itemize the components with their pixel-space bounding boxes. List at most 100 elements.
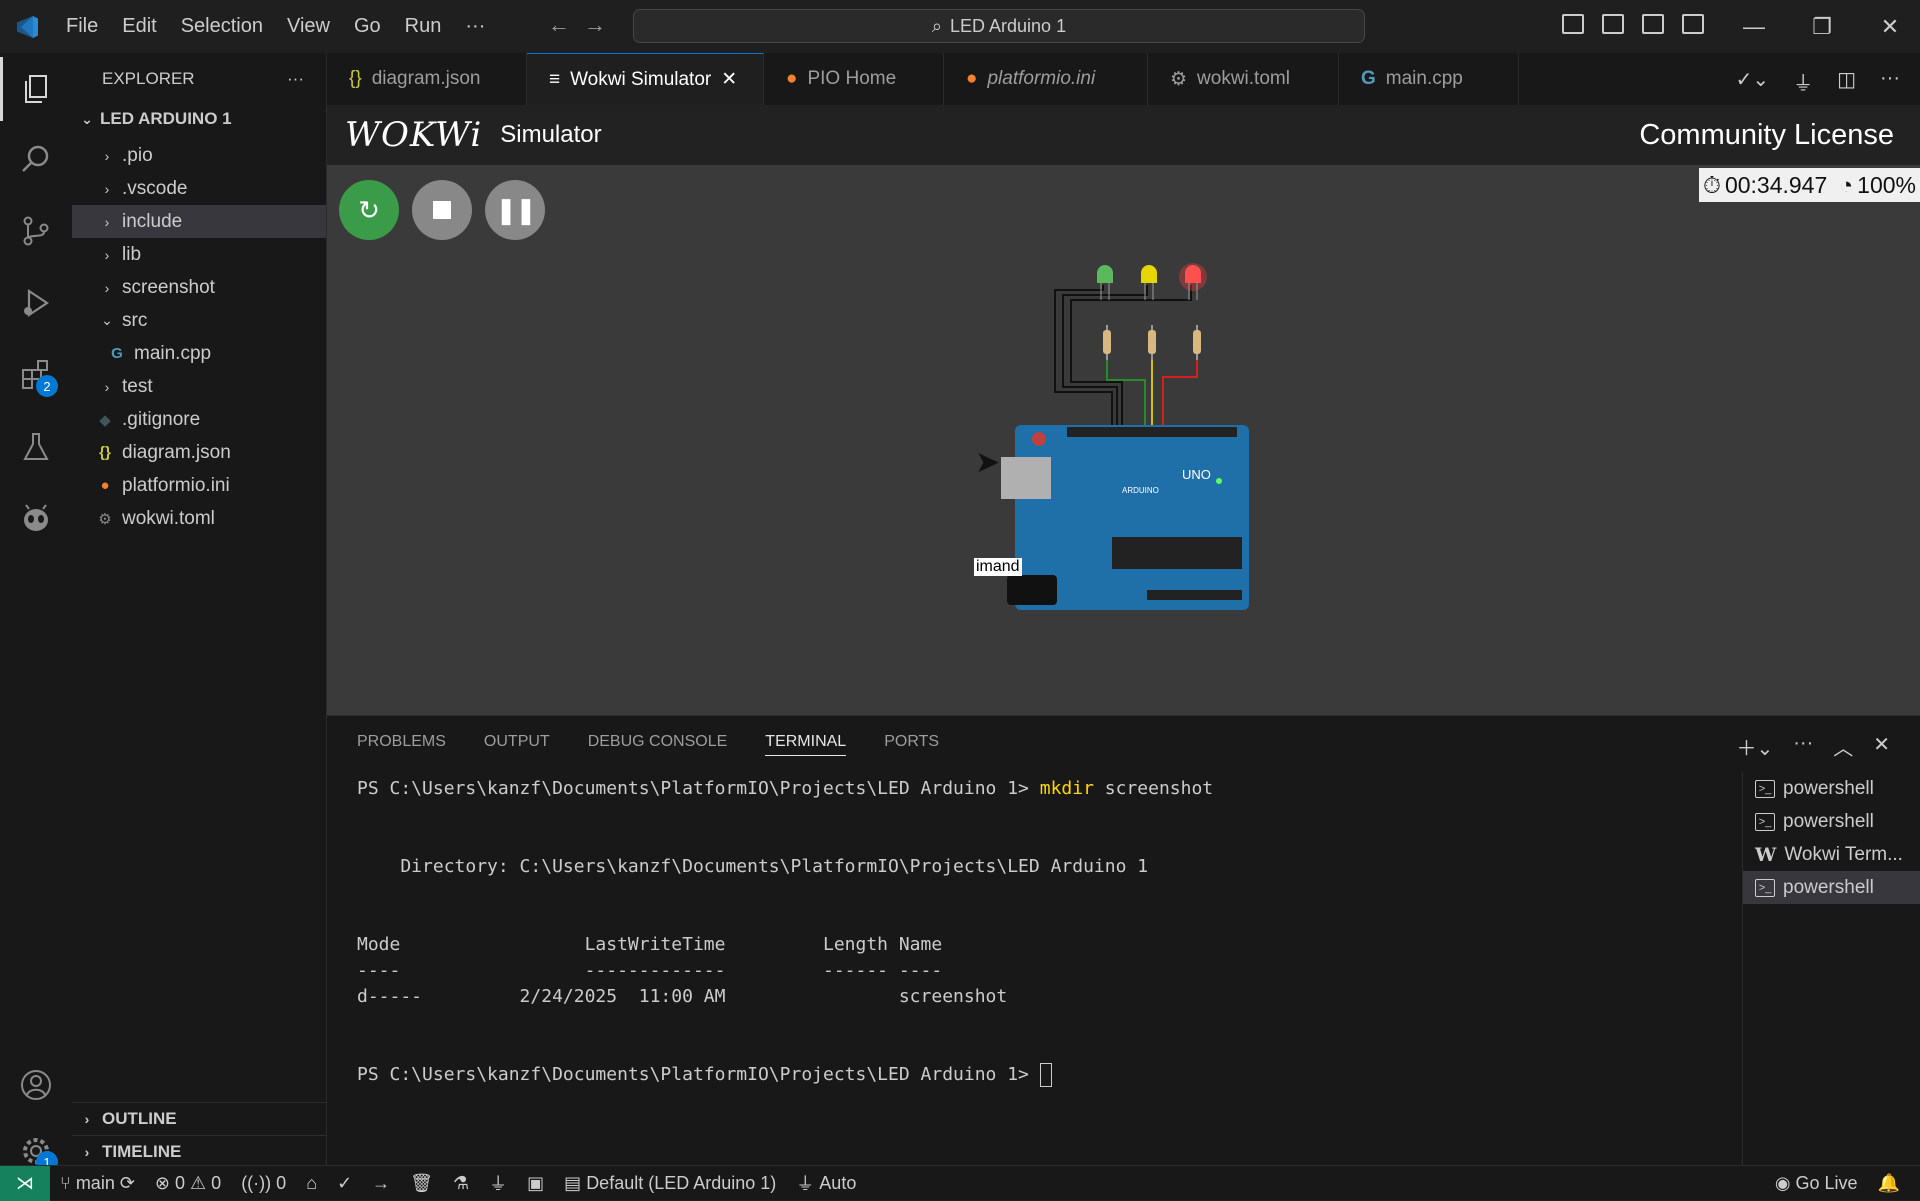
menu-edit[interactable]: Edit	[110, 15, 168, 38]
panel-tab-terminal[interactable]: TERMINAL	[765, 733, 847, 756]
split-editor-icon[interactable]: ◫	[1837, 67, 1856, 96]
menu-go[interactable]: Go	[342, 15, 393, 38]
explorer-icon[interactable]	[0, 57, 72, 121]
circuit-diagram[interactable]: UNO ARDUINO	[327, 105, 1920, 715]
tree-item-include[interactable]: › include	[72, 205, 326, 238]
menu-more[interactable]: ···	[453, 15, 497, 38]
plug-icon[interactable]: ⏚	[1793, 67, 1813, 96]
close-window-icon[interactable]: ✕	[1856, 14, 1920, 40]
tab-platformio-ini[interactable]: ● platformio.ini	[944, 53, 1148, 105]
panel-tab-ports[interactable]: PORTS	[884, 733, 939, 755]
pio-monitor-button[interactable]: ⏚	[479, 1170, 517, 1196]
toggle-primary-sidebar-icon[interactable]	[1562, 14, 1584, 34]
back-arrow-icon[interactable]: ←	[548, 12, 570, 38]
toggle-panel-icon[interactable]	[1602, 14, 1624, 34]
pio-clean-button[interactable]: 🗑	[400, 1173, 443, 1194]
branch-status[interactable]: ⑂ main ⟳	[50, 1173, 145, 1194]
problems-status[interactable]: ⊗ 0 ⚠ 0	[145, 1173, 231, 1194]
tree-item-pio[interactable]: › .pio	[72, 139, 326, 172]
customize-layout-icon[interactable]	[1682, 14, 1704, 34]
minimize-icon[interactable]: —	[1720, 14, 1788, 40]
tab-label: Wokwi Simulator	[570, 68, 712, 90]
menu-file[interactable]: File	[54, 15, 110, 38]
error-count: 0	[175, 1172, 186, 1193]
tree-item-label: src	[122, 309, 148, 331]
tree-item-vscode[interactable]: › .vscode	[72, 172, 326, 205]
tree-item-platformio-ini[interactable]: ● platformio.ini	[72, 469, 326, 502]
pio-upload-button[interactable]: →	[362, 1173, 400, 1194]
tree-item-gitignore[interactable]: ◆ .gitignore	[72, 403, 326, 436]
branch-name: main	[75, 1172, 115, 1193]
tree-item-test[interactable]: › test	[72, 370, 326, 403]
terminal-item[interactable]: W Wokwi Term...	[1743, 838, 1920, 871]
search-view-icon[interactable]	[0, 127, 72, 191]
ports-status[interactable]: ((·)) 0	[231, 1173, 296, 1194]
terminal-list: >_ powershell >_ powershell W Wokwi Term...…	[1742, 772, 1920, 1166]
terminal-output[interactable]: PS C:\Users\kanzf\Documents\PlatformIO\P…	[357, 776, 1737, 1088]
panel-tab-output[interactable]: OUTPUT	[484, 733, 550, 755]
tab-main-cpp[interactable]: Gmain.cpp	[1339, 53, 1519, 105]
error-icon: ⊗	[154, 1172, 171, 1193]
new-terminal-icon[interactable]: ＋⌄	[1736, 732, 1773, 761]
mouse-cursor-icon: ➤	[975, 446, 1001, 479]
explorer-more-button[interactable]: ···	[287, 69, 304, 89]
go-live-button[interactable]: ◉ Go Live	[1765, 1173, 1868, 1194]
tree-item-src[interactable]: ⌄ src	[72, 304, 326, 337]
close-tab-icon[interactable]: ✕	[721, 68, 737, 91]
pio-build-button[interactable]: ✓	[327, 1173, 362, 1194]
tree-item-wokwi-toml[interactable]: ⚙ wokwi.toml	[72, 502, 326, 535]
tree-item-diagram-json[interactable]: {} diagram.json	[72, 436, 326, 469]
maximize-panel-icon[interactable]: ︿	[1833, 732, 1853, 761]
terminal-item[interactable]: >_ powershell	[1743, 871, 1920, 904]
menu-run[interactable]: Run	[393, 15, 454, 38]
tab-wokwi-simulator[interactable]: ≡ Wokwi Simulator ✕	[527, 53, 764, 105]
remote-icon[interactable]: ⋊	[0, 1165, 50, 1201]
project-folder-header[interactable]: ⌄ LED ARDUINO 1	[72, 105, 326, 133]
tree-item-lib[interactable]: › lib	[72, 238, 326, 271]
checkmark-icon[interactable]: ✓⌄	[1736, 67, 1770, 96]
command-center-search[interactable]: ⌕ LED Arduino 1	[633, 9, 1365, 43]
pio-terminal-button[interactable]: ▣	[517, 1173, 554, 1194]
explorer-sidebar: EXPLORER ··· ⌄ LED ARDUINO 1 › .pio › .vsc…	[72, 53, 327, 1165]
extensions-icon[interactable]: 2	[0, 343, 72, 407]
testing-flask-icon[interactable]	[0, 415, 72, 479]
tab-pio-home[interactable]: ● PIO Home	[764, 53, 944, 105]
run-debug-icon[interactable]	[0, 271, 72, 335]
menu-view[interactable]: View	[275, 15, 342, 38]
explorer-title: EXPLORER	[102, 69, 195, 88]
chevron-right-icon: ›	[84, 1111, 90, 1127]
close-panel-icon[interactable]: ✕	[1873, 732, 1890, 761]
tab-diagram-json[interactable]: {} diagram.json	[327, 53, 527, 105]
source-control-icon[interactable]	[0, 199, 72, 263]
panel-tab-problems[interactable]: PROBLEMS	[357, 733, 446, 755]
terminal-item[interactable]: >_ powershell	[1743, 772, 1920, 805]
tree-item-main-cpp[interactable]: Gmain.cpp	[72, 337, 326, 370]
check-icon: ✓	[337, 1172, 353, 1193]
branch-icon: ⑂	[60, 1172, 71, 1193]
more-icon[interactable]: ···	[1793, 732, 1813, 761]
accounts-icon[interactable]	[0, 1053, 72, 1117]
bell-icon: 🔔	[1877, 1173, 1900, 1193]
platformio-alien-icon[interactable]	[0, 487, 72, 551]
notifications-button[interactable]: 🔔	[1868, 1173, 1910, 1194]
pio-test-button[interactable]: ⚗	[443, 1173, 479, 1194]
tab-wokwi-toml[interactable]: ⚙ wokwi.toml	[1148, 53, 1339, 105]
arrow-right-icon: →	[372, 1172, 391, 1193]
more-actions-icon[interactable]: ···	[1880, 67, 1900, 96]
terminal-cursor	[1039, 1063, 1052, 1087]
pio-home-button[interactable]: ⌂	[296, 1173, 327, 1194]
outline-section[interactable]: › OUTLINE	[72, 1102, 327, 1135]
toggle-secondary-sidebar-icon[interactable]	[1642, 14, 1664, 34]
restore-icon[interactable]: ❐	[1788, 14, 1856, 40]
tree-item-screenshot[interactable]: › screenshot	[72, 271, 326, 304]
timeline-section[interactable]: › TIMELINE	[72, 1135, 327, 1168]
tree-item-label: include	[122, 210, 183, 232]
panel-tab-debug-console[interactable]: DEBUG CONSOLE	[588, 733, 728, 755]
flask-icon: ⚗	[453, 1172, 470, 1193]
pio-port-switcher[interactable]: ⏚ Auto	[786, 1170, 866, 1196]
terminal-item[interactable]: >_ powershell	[1743, 805, 1920, 838]
pio-env-switcher[interactable]: ▤ Default (LED Arduino 1)	[554, 1173, 786, 1194]
platformio-icon: ●	[966, 68, 978, 89]
forward-arrow-icon[interactable]: →	[584, 12, 606, 38]
menu-selection[interactable]: Selection	[169, 15, 275, 38]
